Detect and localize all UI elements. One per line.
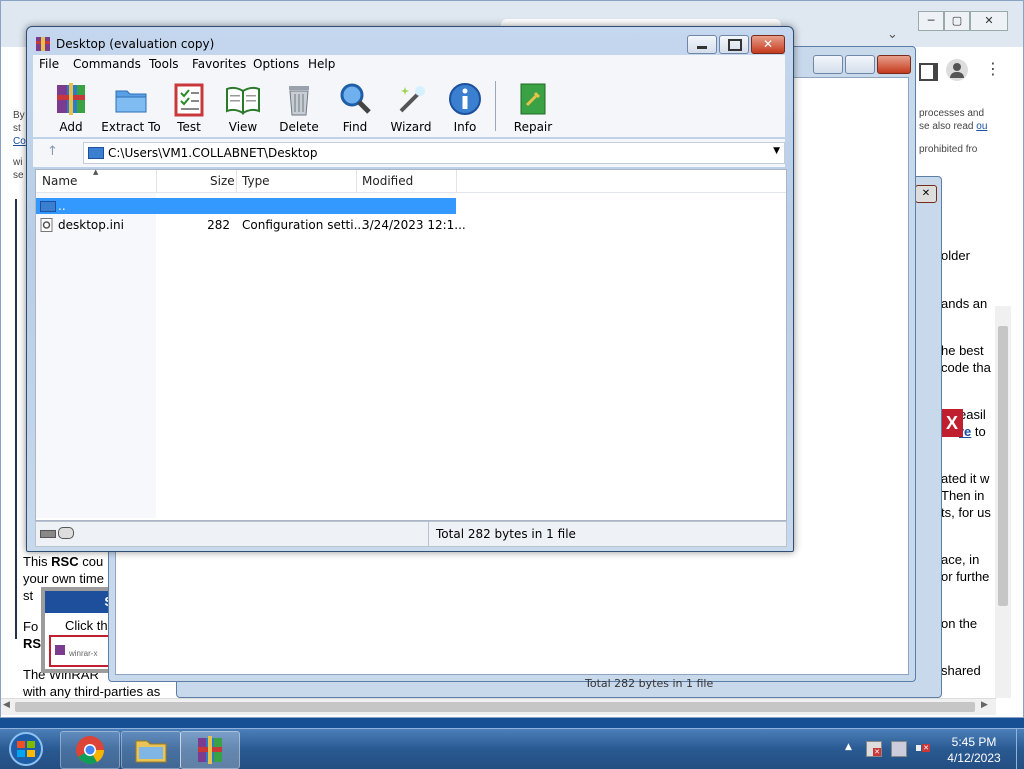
selection-highlight <box>36 198 456 214</box>
popup-link-box[interactable]: winrar-x <box>49 635 117 667</box>
browser-close-button[interactable]: ✕ <box>970 11 1008 31</box>
minimize-button[interactable] <box>687 35 717 54</box>
network-icon[interactable] <box>891 741 907 757</box>
right-text-top: processes and se also read ou prohibited… <box>919 108 988 155</box>
close-x-icon[interactable]: X <box>941 409 963 437</box>
folder-up-icon <box>40 201 56 212</box>
add-archive-icon <box>57 83 85 115</box>
add-button[interactable]: Add <box>39 79 103 135</box>
clock-date: 4/12/2023 <box>947 751 1001 765</box>
settings-file-icon <box>40 218 53 232</box>
extract-to-button[interactable]: Extract To <box>99 79 163 135</box>
path-field[interactable]: C:\Users\VM1.COLLABNET\Desktop ▼ <box>83 142 785 164</box>
menu-help[interactable]: Help <box>308 57 335 71</box>
delete-button[interactable]: Delete <box>267 79 331 135</box>
view-book-icon <box>226 86 260 115</box>
winrar-app-icon <box>36 37 50 51</box>
column-name[interactable]: Name <box>42 174 77 188</box>
winrar-icon <box>198 736 222 764</box>
window-title: Desktop (evaluation copy) <box>56 37 215 51</box>
column-size[interactable]: Size <box>210 174 235 188</box>
right-text-column: older ands an he best code tha easil re … <box>941 248 991 678</box>
popup-header: S <box>45 591 117 613</box>
file-list: Name ▲ Size Type Modified .. desktop.ini… <box>35 168 787 521</box>
show-desktop-button[interactable] <box>1016 729 1024 769</box>
view-button[interactable]: View <box>211 79 275 135</box>
side-panel-icon[interactable] <box>919 63 938 81</box>
left-text-column: By st Co wi se <box>13 110 26 181</box>
chrome-icon <box>76 736 104 764</box>
profile-avatar-icon[interactable] <box>946 59 968 81</box>
info-button[interactable]: Info <box>433 79 497 135</box>
repair-icon <box>520 83 546 115</box>
menu-commands[interactable]: Commands <box>73 57 141 71</box>
repair-button[interactable]: Repair <box>501 79 565 135</box>
page-horizontal-scrollbar[interactable]: ◀ ▶ <box>1 698 996 715</box>
more-menu-icon[interactable]: ⋮ <box>985 59 1001 78</box>
maximize-button[interactable] <box>719 35 749 54</box>
file-row-desktop-ini[interactable]: desktop.ini 282 Configuration setti... 3… <box>36 217 786 233</box>
popup-body: Click th winrar-x <box>45 613 117 669</box>
browser-maximize-button[interactable]: ▢ <box>944 11 970 31</box>
content-left-border <box>15 199 17 639</box>
bg-status-text: Total 282 bytes in 1 file <box>585 677 714 690</box>
menu-file[interactable]: File <box>39 57 59 71</box>
start-button-icon[interactable] <box>4 731 48 767</box>
key-icon[interactable] <box>58 527 74 539</box>
show-hidden-icons-icon[interactable]: ▲ <box>845 742 852 752</box>
test-checklist-icon <box>174 83 204 117</box>
menu-tools[interactable]: Tools <box>149 57 179 71</box>
info-icon <box>449 83 481 115</box>
address-bar: ↑ C:\Users\VM1.COLLABNET\Desktop ▼ <box>33 139 785 167</box>
find-button[interactable]: Find <box>323 79 387 135</box>
bg-minimize-button[interactable] <box>813 55 843 74</box>
browser-minimize-button[interactable]: ─ <box>918 11 944 31</box>
file-explorer-icon <box>135 740 167 763</box>
taskbar-chrome-button[interactable] <box>60 731 120 769</box>
extract-folder-icon <box>115 90 147 113</box>
toolbar-separator <box>495 81 496 131</box>
action-center-flag-icon[interactable]: ✕ <box>866 741 882 757</box>
menu-bar: File Commands Tools Favorites Options He… <box>33 55 785 75</box>
system-clock[interactable]: 5:45 PM 4/12/2023 <box>934 734 1014 766</box>
status-bar: Total 282 bytes in 1 file <box>35 521 787 547</box>
page-vertical-scrollbar[interactable] <box>995 306 1011 698</box>
file-row-parent[interactable]: .. <box>36 198 786 214</box>
background-close-button[interactable]: ✕ <box>915 185 937 203</box>
close-button[interactable]: ✕ <box>751 35 785 54</box>
menu-favorites[interactable]: Favorites <box>192 57 246 71</box>
winrar-window: Desktop (evaluation copy) ✕ File Command… <box>26 26 794 552</box>
taskbar: ▲ ✕ ✕ 5:45 PM 4/12/2023 <box>0 728 1024 769</box>
path-dropdown-arrow-icon[interactable]: ▼ <box>773 146 780 156</box>
sort-ascending-icon: ▲ <box>93 168 99 176</box>
toolbar: Add Extract To Test View Delete Find Wiz… <box>33 75 785 137</box>
volume-muted-icon[interactable]: ✕ <box>916 741 930 755</box>
column-modified[interactable]: Modified <box>362 174 413 188</box>
magnifier-icon <box>340 83 371 114</box>
bg-close-button[interactable] <box>877 55 911 74</box>
status-text: Total 282 bytes in 1 file <box>436 527 576 541</box>
tab-search-chevron-icon[interactable]: ⌄ <box>887 27 898 42</box>
desktop-folder-icon <box>88 147 104 159</box>
wand-icon <box>399 86 425 113</box>
trash-icon <box>289 86 309 116</box>
menu-options[interactable]: Options <box>253 57 299 71</box>
up-arrow-icon[interactable]: ↑ <box>47 144 58 159</box>
drive-icon[interactable] <box>40 530 56 538</box>
winrar-small-icon <box>55 645 65 655</box>
taskbar-winrar-button[interactable] <box>180 731 240 769</box>
column-type[interactable]: Type <box>242 174 270 188</box>
list-header: Name ▲ Size Type Modified <box>36 168 786 193</box>
bg-maximize-button[interactable] <box>845 55 875 74</box>
clock-time: 5:45 PM <box>951 735 997 749</box>
taskbar-explorer-button[interactable] <box>121 731 181 769</box>
